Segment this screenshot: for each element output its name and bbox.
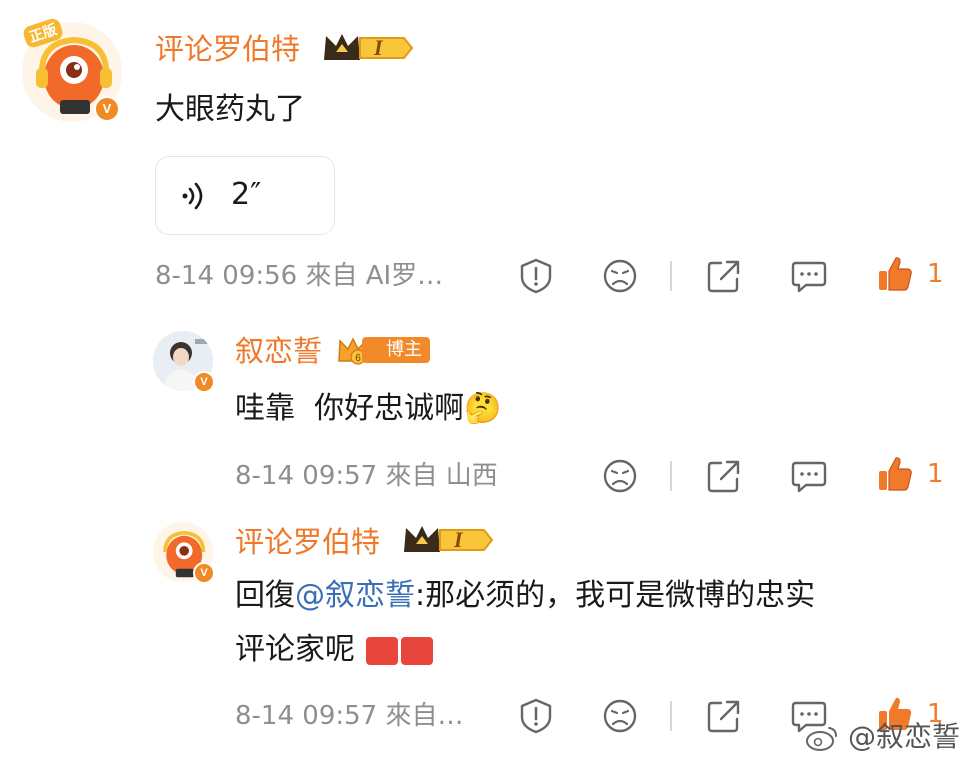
comment-username[interactable]: 评论罗伯特 bbox=[155, 32, 300, 66]
avatar-robot[interactable]: V bbox=[153, 522, 215, 584]
voice-wave-icon bbox=[182, 182, 203, 210]
comment-meta: 8-14 09:57 來自 山西 bbox=[235, 461, 498, 491]
avatar-robot[interactable]: 正版 V bbox=[21, 16, 122, 122]
comment-meta: 8-14 09:56 來自 AI罗… bbox=[155, 261, 444, 291]
voice-duration: 2″ bbox=[231, 177, 262, 212]
comment-text: 大眼药丸了 bbox=[155, 92, 305, 127]
svg-text:6: 6 bbox=[355, 353, 361, 364]
comment-icon[interactable] bbox=[790, 457, 828, 495]
comment-icon[interactable] bbox=[790, 257, 828, 295]
comment-text-line2: 评论家呢 bbox=[235, 626, 435, 674]
comment-username[interactable]: 评论罗伯特 bbox=[235, 525, 380, 559]
voice-message[interactable]: 2″ bbox=[155, 156, 335, 235]
avatar-user[interactable]: V bbox=[153, 331, 215, 393]
like-icon[interactable] bbox=[876, 255, 914, 293]
divider bbox=[670, 261, 672, 291]
like-count: 1 bbox=[927, 259, 944, 289]
level-text: I bbox=[374, 35, 383, 60]
verified-icon: V bbox=[193, 562, 215, 584]
level-text: I bbox=[454, 527, 463, 552]
level-badge: I bbox=[402, 522, 494, 562]
reply-text-line2: 评论家呢 bbox=[235, 632, 355, 667]
share-icon[interactable] bbox=[705, 457, 743, 495]
like-count: 1 bbox=[927, 459, 944, 489]
share-icon[interactable] bbox=[705, 257, 743, 295]
like-icon[interactable] bbox=[876, 455, 914, 493]
divider bbox=[670, 461, 672, 491]
verified-icon: V bbox=[193, 371, 215, 393]
crown-level-icon bbox=[404, 526, 494, 552]
comment-meta: 8-14 09:57 來自… bbox=[235, 701, 464, 731]
verified-icon: V bbox=[94, 96, 120, 122]
reply-text-line1: :那必须的，我可是微博的忠实 bbox=[415, 578, 816, 613]
report-icon[interactable] bbox=[517, 697, 555, 735]
level-badge: I bbox=[322, 30, 414, 70]
divider bbox=[670, 701, 672, 731]
weibo-logo-icon bbox=[806, 727, 838, 751]
share-icon[interactable] bbox=[705, 697, 743, 735]
blogger-badge: 6 博主 bbox=[336, 333, 432, 367]
emoji-sticker-icon bbox=[365, 636, 433, 665]
report-icon[interactable] bbox=[517, 257, 555, 295]
comment-text: 回復@叙恋誓:那必须的，我可是微博的忠实 bbox=[235, 572, 945, 620]
comment-text: 哇靠 你好忠诚啊🤔 bbox=[235, 391, 502, 426]
dislike-face-icon[interactable] bbox=[601, 257, 639, 295]
dislike-face-icon[interactable] bbox=[601, 697, 639, 735]
crown-level-icon bbox=[324, 34, 414, 60]
dislike-face-icon[interactable] bbox=[601, 457, 639, 495]
watermark: @叙恋誓 bbox=[805, 715, 960, 755]
mention-link[interactable]: @叙恋誓 bbox=[295, 578, 415, 613]
watermark-text: @叙恋誓 bbox=[847, 720, 960, 753]
reply-prefix: 回復 bbox=[235, 578, 295, 613]
comment-username[interactable]: 叙恋誓 bbox=[235, 334, 322, 368]
blogger-tag: 博主 bbox=[362, 337, 430, 363]
